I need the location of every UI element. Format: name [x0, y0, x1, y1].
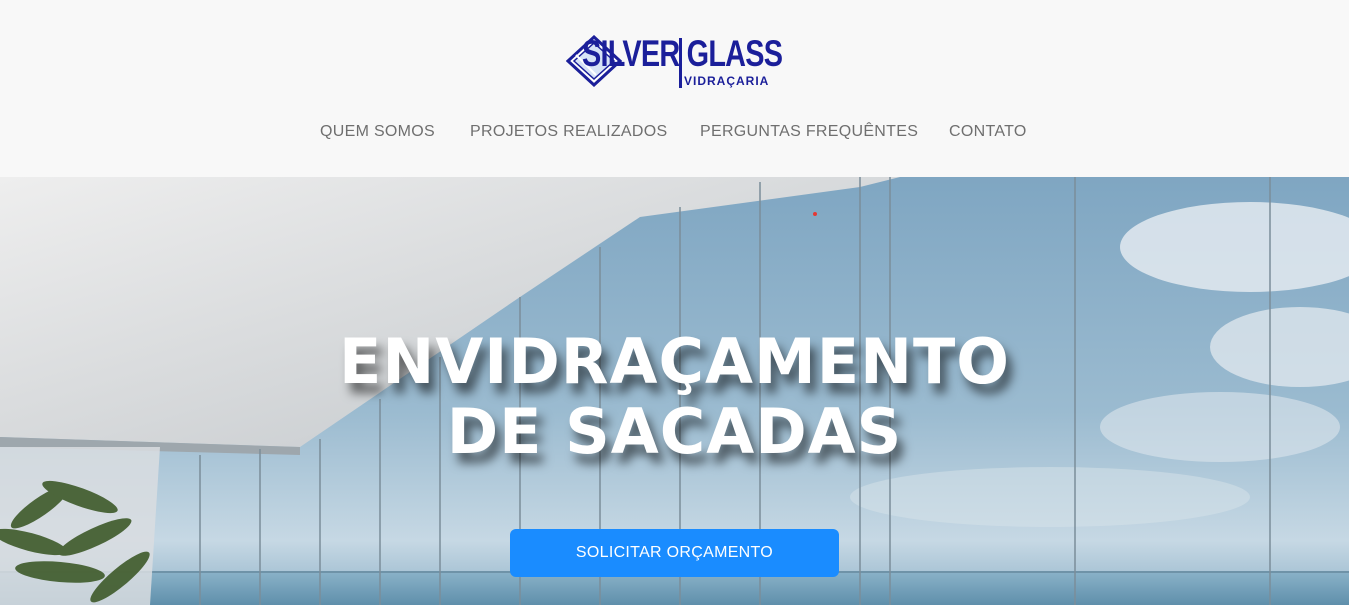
nav-item-quem-somos[interactable]: QUEM SOMOS — [320, 121, 435, 143]
hero-section: ENVIDRAÇAMENTO DE SACADAS SOLICITAR ORÇA… — [0, 177, 1349, 605]
logo-brand-name: SILVER GLASS — [582, 33, 783, 74]
site-header: SILVER GLASS VIDRAÇARIA QUEM SOMOS PROJE… — [0, 0, 1349, 177]
hero-title: ENVIDRAÇAMENTO DE SACADAS — [0, 327, 1349, 467]
nav-item-projetos-realizados[interactable]: PROJETOS REALIZADOS — [470, 121, 667, 143]
nav-item-perguntas-frequentes[interactable]: PERGUNTAS FREQUÊNTES — [700, 121, 918, 143]
main-nav: QUEM SOMOS PROJETOS REALIZADOS PERGUNTAS… — [0, 121, 1349, 145]
hero-title-line-2: DE SACADAS — [446, 395, 903, 468]
decorative-dot — [813, 212, 817, 216]
nav-item-contato[interactable]: CONTATO — [949, 121, 1027, 143]
hero-title-line-1: ENVIDRAÇAMENTO — [339, 325, 1010, 398]
site-logo[interactable]: SILVER GLASS VIDRAÇARIA — [566, 32, 783, 90]
request-quote-button[interactable]: SOLICITAR ORÇAMENTO — [510, 529, 839, 577]
logo-brand-tagline: VIDRAÇARIA — [684, 74, 770, 88]
